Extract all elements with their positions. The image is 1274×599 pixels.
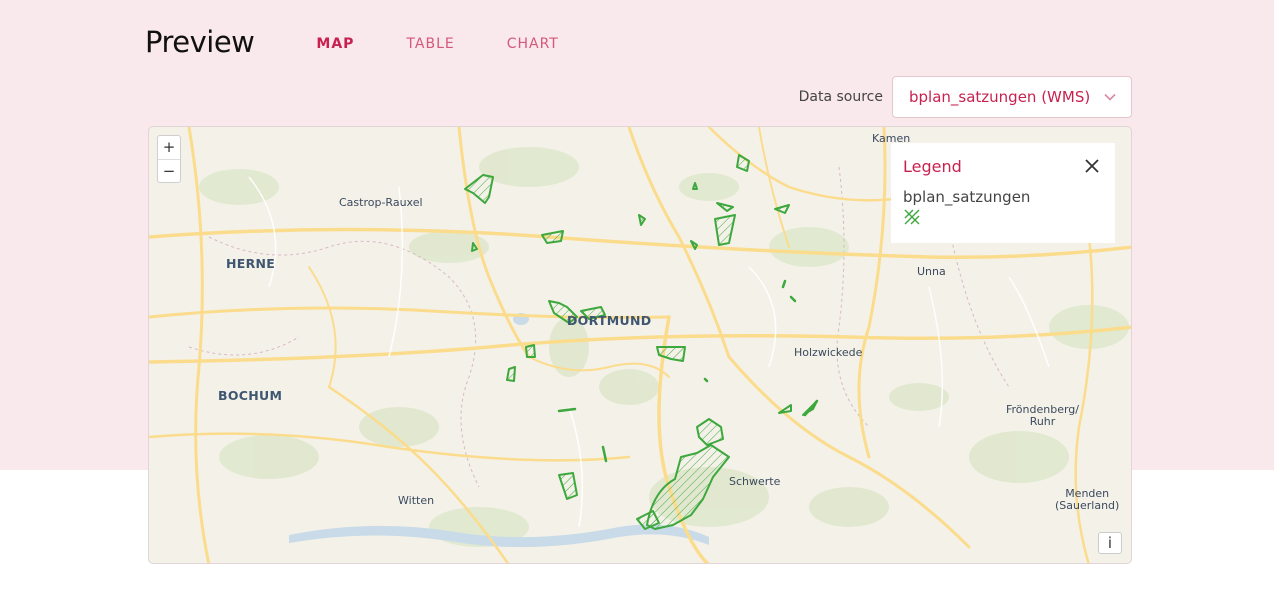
datasource-row: Data source bplan_satzungen (WMS) xyxy=(799,76,1132,118)
tab-chart[interactable]: CHART xyxy=(507,33,559,52)
place-froendenberg: Fröndenberg/ Ruhr xyxy=(1006,404,1079,428)
zoom-out-button[interactable]: − xyxy=(158,159,180,182)
preview-header: Preview MAP TABLE CHART xyxy=(145,22,1132,62)
place-menden-line2: (Sauerland) xyxy=(1055,499,1120,512)
page-title: Preview xyxy=(145,25,255,59)
place-holzwickede: Holzwickede xyxy=(794,346,863,359)
place-castrop-rauxel: Castrop-Rauxel xyxy=(339,196,423,209)
zoom-in-button[interactable]: + xyxy=(158,136,180,159)
place-herne: HERNE xyxy=(226,256,276,271)
close-icon[interactable] xyxy=(1083,157,1101,175)
tab-table[interactable]: TABLE xyxy=(406,33,454,52)
legend-title: Legend xyxy=(903,157,962,176)
place-schwerte: Schwerte xyxy=(729,475,781,488)
legend-layer-name: bplan_satzungen xyxy=(903,188,1031,206)
datasource-value: bplan_satzungen (WMS) xyxy=(909,88,1091,106)
hatched-polygon-icon xyxy=(904,209,920,225)
chevron-down-icon xyxy=(1104,93,1116,101)
datasource-select[interactable]: bplan_satzungen (WMS) xyxy=(892,76,1132,118)
place-bochum: BOCHUM xyxy=(218,388,283,403)
place-froendenberg-line2: Ruhr xyxy=(1029,415,1056,428)
map-view[interactable]: Kamen Castrop-Rauxel HERNE DORTMUND Unna… xyxy=(148,126,1132,564)
datasource-label: Data source xyxy=(798,89,883,105)
place-unna: Unna xyxy=(917,265,946,278)
place-menden: Menden (Sauerland) xyxy=(1055,488,1119,512)
legend-panel: Legend bplan_satzungen xyxy=(891,143,1115,243)
place-dortmund: DORTMUND xyxy=(567,313,652,328)
zoom-control: + − xyxy=(157,135,181,183)
tab-map[interactable]: MAP xyxy=(316,33,354,52)
attribution-info-button[interactable]: i xyxy=(1098,532,1122,554)
place-witten: Witten xyxy=(398,494,435,507)
view-tabs: MAP TABLE CHART xyxy=(316,33,610,52)
